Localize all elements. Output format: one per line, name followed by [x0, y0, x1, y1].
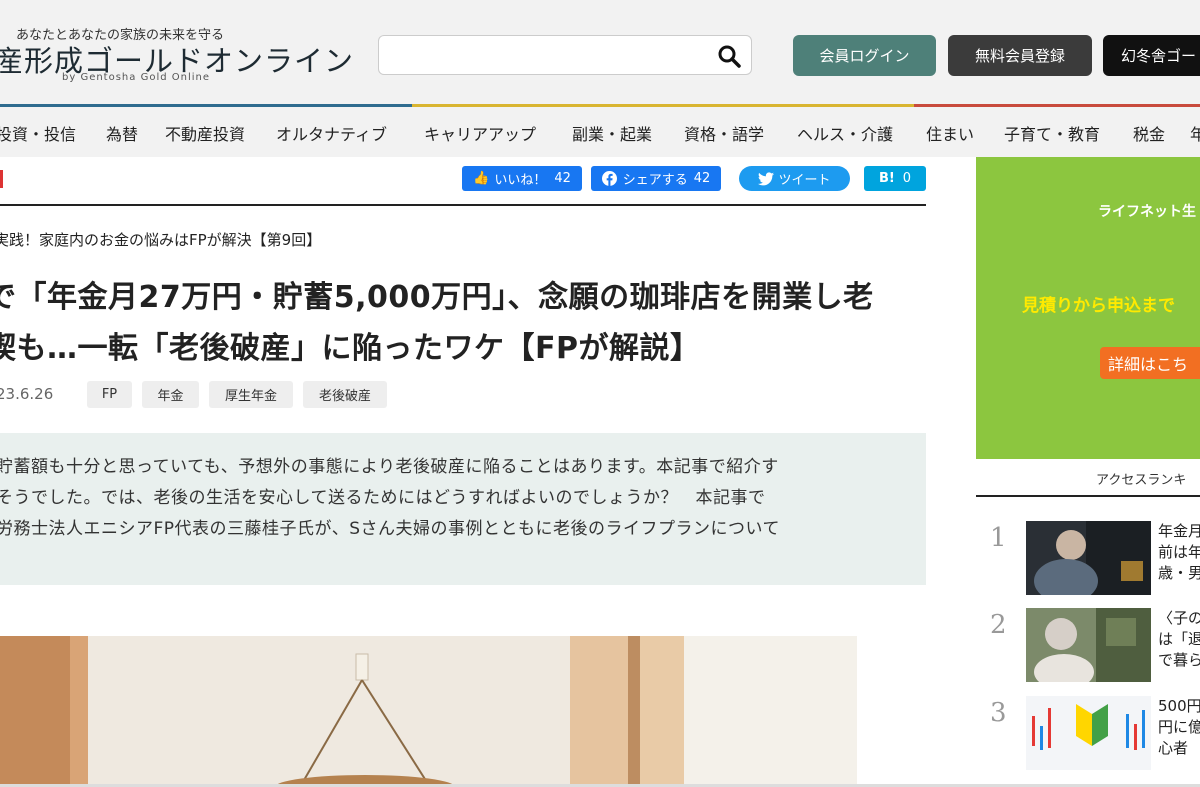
lead-line-3: 労務士法人エニシアFP代表の三藤桂子氏が、Sさん夫婦の事例とともに老後のライフプ… [0, 519, 780, 539]
like-button[interactable]: 👍 いいね！ 42 [462, 166, 582, 191]
nav-item-childcare[interactable]: 子育て・教育 [1004, 121, 1100, 145]
tag-pension[interactable]: 年金 [142, 381, 199, 408]
search-icon[interactable] [717, 44, 741, 68]
nav-item-tax[interactable]: 税金 [1133, 121, 1165, 145]
facebook-share-label: シェアする [622, 173, 688, 188]
nav-item-health-care[interactable]: ヘルス・介護 [797, 121, 893, 145]
rank-title-line: 歳・男 [1158, 564, 1200, 582]
rank-thumbnail[interactable] [1026, 696, 1151, 770]
logo-subtitle: by Gentosha Gold Online [62, 72, 211, 83]
facebook-share-button[interactable]: シェアする 42 [591, 166, 721, 191]
rank-title-line: 500円 [1158, 697, 1200, 715]
category-marker [0, 170, 3, 188]
category-nav: 投資・投信 為替 不動産投資 オルタナティブ キャリアアップ 副業・起業 資格・… [0, 107, 1200, 157]
hero-image [0, 636, 857, 787]
article-lead: 貯蓄額も十分と思っていても、予想外の事態により老後破産に陥ることはあります。本記… [0, 433, 926, 585]
tag-employee-pension[interactable]: 厚生年金 [209, 381, 293, 408]
article-divider [0, 204, 926, 206]
rank-title[interactable]: 年金月 前は年 歳・男 [1158, 521, 1200, 584]
like-label: いいね！ [494, 173, 547, 188]
tweet-button[interactable]: ツイート [739, 166, 850, 191]
series-title[interactable]: 実践！家庭内のお金の悩みはFPが解決【第9回】 [0, 229, 321, 250]
tweet-label: ツイート [778, 173, 831, 188]
hatena-bookmark-button[interactable]: B! 0 [864, 166, 926, 191]
nav-item-qualification[interactable]: 資格・語学 [684, 121, 764, 145]
rank-thumbnail[interactable] [1026, 608, 1151, 682]
facebook-share-count: 42 [693, 171, 711, 186]
nav-item-real-estate[interactable]: 不動産投資 [165, 121, 245, 145]
ranking-divider [976, 495, 1200, 497]
twitter-bird-icon [758, 171, 775, 185]
search-input[interactable] [387, 42, 697, 68]
lead-line-1: 貯蓄額も十分と思っていても、予想外の事態により老後破産に陥ることはあります。本記… [0, 457, 779, 477]
beginner-mark-chart-photo [1026, 696, 1151, 770]
rank-title-line: 円に億 [1158, 718, 1200, 736]
rank-title-line: 心者 [1158, 739, 1189, 757]
ad-details-button[interactable]: 詳細はこち [1100, 347, 1200, 379]
rank-title-line: 年金月 [1158, 522, 1200, 540]
elderly-man-photo [1026, 521, 1151, 595]
site-header: あなたとあなたの家族の未来を守る 産形成ゴールドオンライン by Gentosh… [0, 0, 1200, 107]
publish-date: 23.6.26 [0, 385, 54, 403]
nav-item-pension[interactable]: 年 [1190, 121, 1200, 145]
tag-fp[interactable]: FP [87, 381, 132, 408]
nav-item-fx[interactable]: 為替 [106, 121, 138, 145]
article-title-line-1: で「年金月27万円・貯蓄5,000万円」、念願の珈琲店を開業し老 [0, 280, 874, 315]
like-count: 42 [554, 171, 571, 186]
login-button[interactable]: 会員ログイン [793, 35, 936, 76]
rank-number: 1 [990, 523, 1007, 553]
tag-retirement-bankruptcy[interactable]: 老後破産 [303, 381, 387, 408]
thumbs-up-icon: 👍 [473, 171, 490, 186]
ad-line-1: ライフネット生 [1098, 204, 1196, 220]
article-title-line-2: 喫も…一転「老後破産」に陥ったワケ【FPが解説】 [0, 331, 701, 366]
register-button[interactable]: 無料会員登録 [948, 35, 1092, 76]
worried-woman-photo [1026, 608, 1151, 682]
search-box[interactable] [378, 35, 752, 75]
rank-thumbnail[interactable] [1026, 521, 1151, 595]
rank-number: 2 [990, 610, 1007, 640]
rank-title-line: 前は年 [1158, 543, 1200, 561]
page: あなたとあなたの家族の未来を守る 産形成ゴールドオンライン by Gentosh… [0, 0, 1200, 787]
ranking-heading: アクセスランキ [1096, 473, 1187, 488]
nav-item-housing[interactable]: 住まい [926, 121, 974, 145]
gentosha-button[interactable]: 幻冬舎ゴー [1103, 35, 1200, 76]
sidebar-ad-banner[interactable]: ライフネット生 見積りから申込まで 詳細はこち [976, 157, 1200, 459]
rank-title[interactable]: 〈子の は「退 で暮ら [1158, 608, 1200, 671]
nav-item-alternative[interactable]: オルタナティブ [276, 121, 387, 145]
nav-item-career[interactable]: キャリアアップ [424, 121, 536, 145]
rank-title-line: で暮ら [1158, 651, 1200, 669]
rank-title-line: は「退 [1158, 630, 1200, 648]
nav-item-side-business[interactable]: 副業・起業 [572, 121, 652, 145]
lead-line-2: そうでした。では、老後の生活を安心して送るためにはどうすればよいのでしょうか？ … [0, 488, 766, 508]
rank-title[interactable]: 500円 円に億 心者 [1158, 696, 1200, 759]
ad-line-2: 見積りから申込まで [1022, 296, 1175, 316]
rank-title-line: 〈子の [1158, 609, 1200, 627]
cafe-photo [0, 636, 857, 787]
rank-number: 3 [990, 698, 1007, 728]
nav-item-investment[interactable]: 投資・投信 [0, 121, 76, 145]
hatena-count: 0 [902, 171, 912, 186]
facebook-icon [601, 171, 617, 186]
hatena-icon: B! [878, 171, 895, 186]
